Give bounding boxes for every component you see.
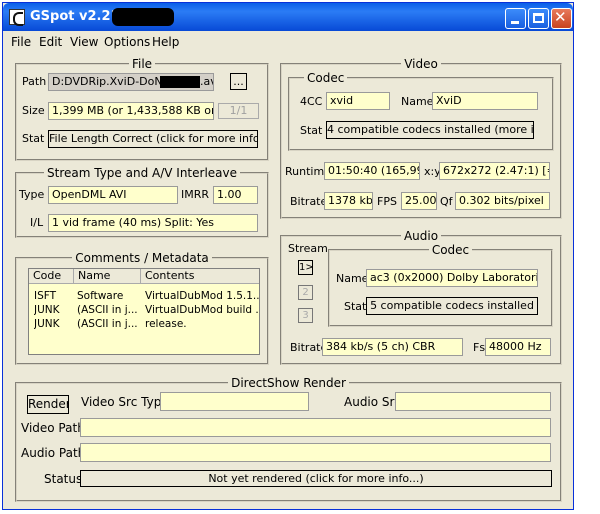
row2-contents: VirtualDubMod build ... (145, 304, 259, 316)
column-code[interactable]: Code (29, 269, 74, 284)
part-button[interactable]: 1/1 (218, 103, 259, 119)
row1-name: Software (77, 290, 124, 302)
window-title: GSpot v2.21: (30, 9, 125, 24)
row3-code: JUNK (34, 318, 60, 330)
fps-label: FPS (377, 195, 397, 208)
size-field[interactable]: 1,399 MB (or 1,433,588 KB or 1,4 (48, 102, 214, 120)
fs-field[interactable]: 48000 Hz (485, 338, 551, 356)
menu-edit[interactable]: Edit (39, 35, 62, 49)
file-stat-label: Stat (22, 132, 45, 145)
path-label: Path (22, 75, 47, 88)
browse-button[interactable]: ... (230, 73, 247, 90)
redacted-title-block (112, 8, 174, 26)
qf-label: Qf (440, 195, 453, 208)
file-stat-button[interactable]: File Length Correct (click for more info… (48, 130, 258, 148)
video-stat-label: Stat (300, 124, 323, 137)
menu-bar: File Edit View Options Help (3, 31, 573, 53)
render-button[interactable]: Render (27, 395, 69, 414)
il-field[interactable]: 1 vid frame (40 ms) Split: Yes (48, 214, 258, 232)
fs-label: Fs (473, 341, 486, 354)
video-src-type-field[interactable] (160, 392, 309, 411)
audio-bitrate-field[interactable]: 384 kb/s (5 ch) CBR (322, 338, 463, 356)
close-button[interactable]: ✕ (551, 8, 572, 29)
audio-stat-button[interactable]: 5 compatible codecs installed (366, 297, 538, 315)
audio-stream-1-button[interactable]: 1> (298, 260, 314, 275)
menu-options[interactable]: Options (104, 35, 150, 49)
minimize-button[interactable] (505, 8, 526, 29)
audio-src-field[interactable] (395, 392, 551, 411)
audio-name-label: Name (336, 272, 369, 285)
menu-file[interactable]: File (11, 35, 31, 49)
path-value: D:DVDRip.XviD-DoNE (52, 75, 170, 88)
stream-type-legend: Stream Type and A/V Interleave (47, 166, 237, 180)
file-group-legend: File (131, 57, 153, 71)
xy-field[interactable]: 672x272 (2.47:1) [=42 (439, 162, 550, 180)
video-src-type-label: Video Src Type (81, 395, 169, 409)
row2-name: (ASCII in j... (77, 304, 138, 316)
size-label: Size (22, 104, 45, 117)
audio-path-field[interactable] (80, 443, 551, 462)
video-stat-button[interactable]: 4 compatible codecs installed (more info… (326, 121, 534, 139)
path-extension: .avi (200, 75, 213, 88)
audio-name-field[interactable]: ac3 (0x2000) Dolby Laboratories, I (366, 269, 538, 287)
row1-contents: VirtualDubMod 1.5.1... (145, 290, 259, 302)
maximize-button[interactable] (528, 8, 549, 29)
fourcc-field[interactable]: xvid (326, 92, 390, 110)
render-status-button[interactable]: Not yet rendered (click for more info...… (80, 470, 552, 487)
audio-stream-3-button[interactable]: 3 (298, 308, 313, 323)
video-bitrate-label: Bitrate (290, 195, 328, 208)
main-window: GSpot v2.21: ✕ File Edit View Options He… (2, 2, 574, 510)
title-bar[interactable]: GSpot v2.21: ✕ (3, 3, 573, 31)
menu-help[interactable]: Help (152, 35, 179, 49)
close-icon: ✕ (554, 8, 567, 26)
audio-codec-legend: Codec (431, 243, 470, 257)
minimize-icon (511, 21, 519, 24)
video-path-field[interactable] (80, 418, 551, 437)
column-contents[interactable]: Contents (141, 269, 259, 284)
runtime-field[interactable]: 01:50:40 (165,994 (324, 162, 420, 180)
video-name-field[interactable]: XviD (432, 92, 538, 110)
type-field[interactable]: OpenDML AVI (48, 186, 178, 204)
render-legend: DirectShow Render (231, 376, 346, 390)
redacted-path-block (160, 76, 200, 88)
imrr-field[interactable]: 1.00 (213, 186, 258, 204)
render-status-label: Status (44, 472, 83, 486)
audio-legend: Audio (403, 229, 439, 243)
video-codec-legend: Codec (307, 71, 345, 85)
app-icon[interactable] (9, 9, 25, 26)
stream-label: Stream (288, 242, 328, 255)
fps-field[interactable]: 25.00 (401, 192, 437, 210)
video-bitrate-field[interactable]: 1378 kb/ (324, 192, 373, 210)
comments-list[interactable]: Code Name Contents ISFT Software Virtual… (28, 268, 260, 355)
row2-code: JUNK (34, 304, 60, 316)
video-name-label: Name (401, 95, 434, 108)
audio-stream-2-button[interactable]: 2 (298, 285, 313, 300)
video-legend: Video (404, 57, 438, 71)
imrr-label: IMRR (181, 188, 210, 201)
menu-view[interactable]: View (70, 35, 98, 49)
type-label: Type (19, 188, 45, 201)
video-codec-group: Codec (288, 71, 554, 151)
audio-stat-label: Stat (344, 300, 367, 313)
video-path-label: Video Path (21, 421, 85, 435)
row3-name: (ASCII in j... (77, 318, 138, 330)
row3-contents: release. (145, 318, 187, 330)
audio-path-label: Audio Path (21, 446, 86, 460)
audio-src-label: Audio Src (344, 395, 401, 409)
maximize-icon (533, 13, 544, 23)
fourcc-label: 4CC (300, 95, 323, 108)
row1-code: ISFT (34, 290, 57, 302)
column-name[interactable]: Name (74, 269, 141, 284)
il-label: I/L (30, 216, 44, 229)
qf-field[interactable]: 0.302 bits/pixel (455, 192, 550, 210)
comments-legend: Comments / Metadata (75, 251, 209, 265)
path-field[interactable]: D:DVDRip.XviD-DoNE .avi (48, 73, 214, 91)
